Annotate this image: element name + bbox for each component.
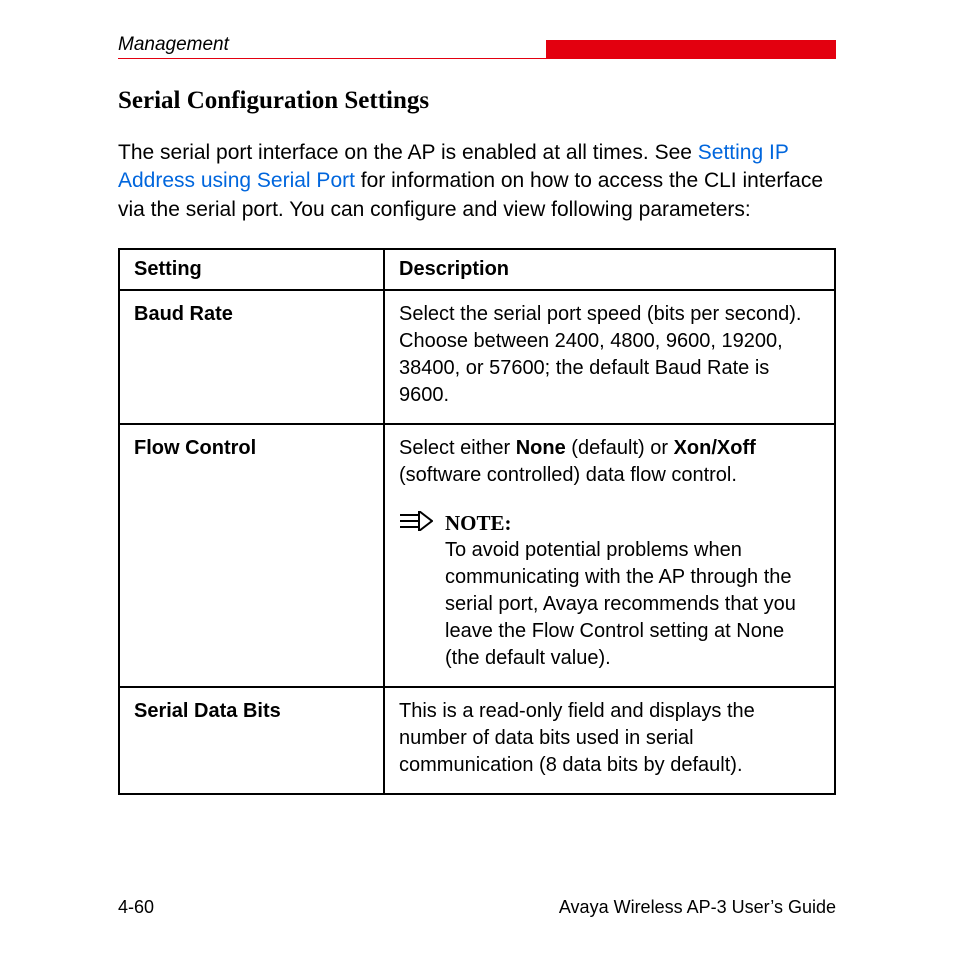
setting-description: This is a read-only field and displays t… [384, 687, 835, 794]
note-block: NOTE: To avoid potential problems when c… [399, 509, 820, 672]
header-section: Management [118, 34, 229, 56]
setting-description: Select either None (default) or Xon/Xoff… [384, 424, 835, 687]
page-number: 4-60 [118, 897, 154, 918]
setting-description: Select the serial port speed (bits per s… [384, 290, 835, 424]
doc-title: Avaya Wireless AP-3 User’s Guide [559, 897, 836, 918]
intro-text-pre: The serial port interface on the AP is e… [118, 141, 698, 164]
setting-name: Serial Data Bits [119, 687, 384, 794]
col-header-setting: Setting [119, 249, 384, 290]
table-row: Baud Rate Select the serial port speed (… [119, 290, 835, 424]
desc-bold: None [516, 437, 566, 459]
col-header-description: Description [384, 249, 835, 290]
desc-bold: Xon/Xoff [674, 437, 756, 459]
page-header: Management [118, 34, 836, 59]
page-footer: 4-60 Avaya Wireless AP-3 User’s Guide [118, 897, 836, 918]
desc-text: Select either [399, 437, 516, 459]
table-row: Flow Control Select either None (default… [119, 424, 835, 687]
arrow-icon [399, 511, 433, 539]
table-row: Serial Data Bits This is a read-only fie… [119, 687, 835, 794]
section-heading: Serial Configuration Settings [118, 87, 836, 115]
desc-text: (software controlled) data flow control. [399, 464, 737, 486]
setting-name: Baud Rate [119, 290, 384, 424]
intro-paragraph: The serial port interface on the AP is e… [118, 139, 836, 224]
settings-table: Setting Description Baud Rate Select the… [118, 248, 836, 795]
note-text: To avoid potential problems when communi… [445, 537, 820, 672]
header-accent-bar [546, 40, 836, 58]
note-label: NOTE: [445, 509, 820, 537]
setting-name: Flow Control [119, 424, 384, 687]
desc-text: (default) or [566, 437, 674, 459]
